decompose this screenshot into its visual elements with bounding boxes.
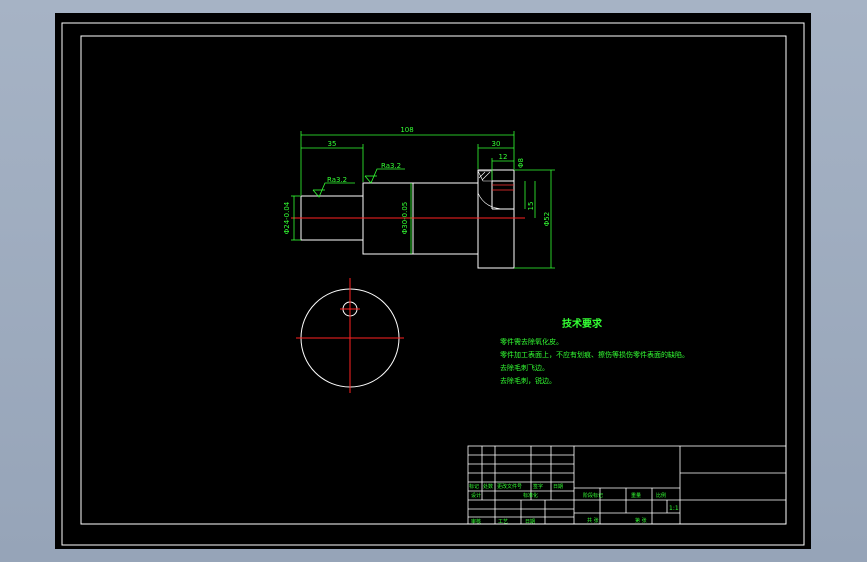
tb-label-date: 日期 xyxy=(553,484,563,490)
note-line-4: 去除毛刺，锐边。 xyxy=(500,376,556,385)
tb-sheet-total: 共 张 xyxy=(587,517,599,524)
tb-label-standard: 标准化 xyxy=(523,492,538,499)
tb-label-sign: 签字 xyxy=(533,483,543,490)
dim-left-diameter: Φ24-0.04 xyxy=(283,201,291,234)
tb-label-scale: 比例 xyxy=(656,492,666,499)
dim-right-length: 30 xyxy=(492,140,501,148)
end-view xyxy=(296,278,404,393)
tb-sheet-no: 第 张 xyxy=(635,517,647,524)
tb-label-mark: 标记 xyxy=(469,483,479,490)
notes-title: 技术要求 xyxy=(562,317,603,330)
note-line-2: 零件加工表面上，不应有划痕、擦伤等损伤零件表面的缺陷。 xyxy=(500,350,689,359)
dim-bore-depth: 15 xyxy=(527,202,535,211)
roughness-label-2: Ra3.2 xyxy=(381,162,401,170)
dim-bore-diameter: Φ8 xyxy=(517,158,525,168)
dim-right-diameter: Φ52 xyxy=(543,212,551,226)
drawing-sheet: 108 35 30 12 Φ24-0.04 Φ30-0.05 Φ52 Φ8 15… xyxy=(55,13,811,549)
tb-scale-value: 1:1 xyxy=(669,505,679,512)
dim-right-small: 12 xyxy=(499,153,508,161)
tb-label-count: 处数 xyxy=(483,483,493,490)
tb-label-stage: 阶段标记 xyxy=(583,492,603,499)
bore-thread xyxy=(492,184,514,191)
tb-label-change-doc: 更改文件号 xyxy=(497,483,522,490)
note-line-3: 去除毛刺飞边。 xyxy=(500,363,549,372)
tb-label-date-2: 日期 xyxy=(525,519,535,525)
tb-label-process: 工艺 xyxy=(498,519,508,525)
roughness-label-1: Ra3.2 xyxy=(327,176,347,184)
tb-label-weight: 重量 xyxy=(631,492,641,499)
tb-label-approve: 审核 xyxy=(471,518,481,525)
tb-label-design: 设计 xyxy=(471,492,481,499)
outer-border xyxy=(61,22,805,546)
dim-mid-diameter: Φ30-0.05 xyxy=(401,202,409,235)
dimension-lines xyxy=(291,131,555,269)
dim-overall-length: 108 xyxy=(400,126,413,134)
cad-drawing: 108 35 30 12 Φ24-0.04 Φ30-0.05 Φ52 Φ8 15… xyxy=(61,22,805,546)
note-line-1: 零件需去除氧化皮。 xyxy=(500,337,563,346)
dim-left-length: 35 xyxy=(328,140,337,148)
